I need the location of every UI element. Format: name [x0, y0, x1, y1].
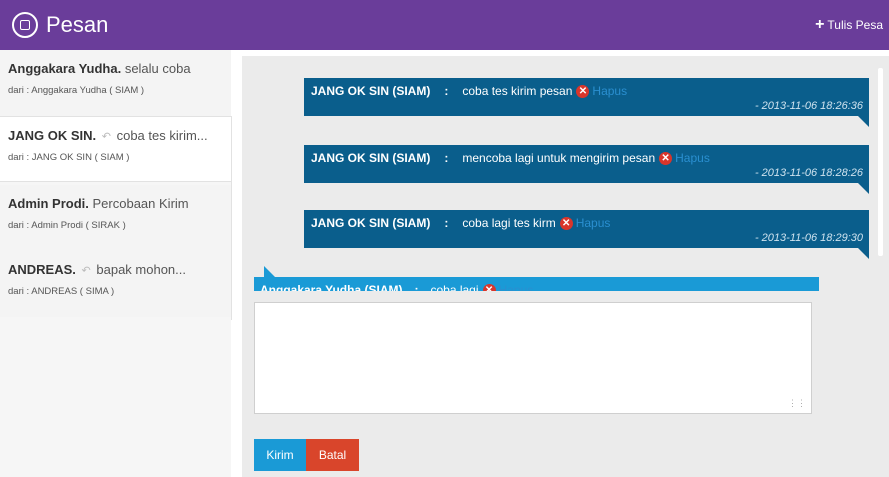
delete-icon[interactable]: ✕ [576, 84, 590, 98]
inbox-item-title: Admin Prodi. Percobaan Kirim [8, 196, 189, 211]
inbox-item-preview: bapak mohon... [96, 262, 186, 277]
delete-link[interactable]: Hapus [675, 151, 710, 165]
inbox-item-preview: coba tes kirim... [116, 128, 208, 143]
inbox-item-from: dari : Admin Prodi ( SIRAK ) [8, 220, 126, 231]
message-time: - 2013-11-06 18:26:36 [754, 100, 863, 112]
inbox-item-from: dari : ANDREAS ( SIMA ) [8, 286, 115, 297]
page-title: Pesan [46, 12, 109, 37]
message-separator: : [444, 84, 449, 98]
conversation-panel: JANG OK SIN (SIAM) : coba tes kirim pesa… [242, 56, 889, 477]
outgoing-message: JANG OK SIN (SIAM) : coba tes kirim pesa… [304, 78, 869, 127]
inbox-item-title: ANDREAS. ↶ bapak mohon... [8, 262, 186, 277]
inbox-item-from: dari : Anggakara Yudha ( SIAM ) [8, 85, 145, 96]
message-text: coba tes kirim pesan [462, 84, 573, 98]
message-separator: : [444, 151, 449, 165]
delete-link[interactable]: Hapus [592, 84, 627, 98]
inbox-item-sender: Anggakara Yudha. [8, 61, 122, 76]
reply-textarea[interactable] [255, 303, 811, 413]
compose-message-button[interactable]: + Tulis Pesa [815, 17, 883, 33]
message-time: - 2013-11-06 18:28:26 [754, 167, 863, 179]
inbox-item-preview: selalu coba [124, 61, 191, 76]
delete-link[interactable]: Hapus [499, 283, 534, 291]
message-sender: Anggakara Yudha (SIAM) [260, 283, 403, 291]
message-sender: JANG OK SIN (SIAM) [311, 151, 431, 165]
reply-input-wrapper: ⋮⋮ [254, 302, 812, 414]
reply-arrow-icon: ↶ [101, 131, 111, 143]
message-sender: JANG OK SIN (SIAM) [311, 216, 431, 230]
message-separator: : [444, 216, 449, 230]
inbox-list: Anggakara Yudha. selalu coba dari : Angg… [0, 50, 231, 477]
inbox-item-title: Anggakara Yudha. selalu coba [8, 61, 191, 76]
inbox-item[interactable]: ANDREAS. ↶ bapak mohon... dari : ANDREAS… [0, 251, 231, 317]
thread-scrollbar[interactable] [878, 68, 883, 256]
incoming-message: Anggakara Yudha (SIAM) : coba lagi ✕ Hap… [254, 266, 819, 291]
inbox-item-preview: Percobaan Kirim [92, 196, 189, 211]
delete-icon[interactable]: ✕ [559, 216, 573, 230]
app-header: Pesan + Tulis Pesa [0, 0, 889, 50]
inbox-item-sender: ANDREAS. [8, 262, 76, 277]
delete-icon[interactable]: ✕ [482, 283, 496, 291]
inbox-item[interactable]: Admin Prodi. Percobaan Kirim dari : Admi… [0, 185, 231, 251]
cancel-button[interactable]: Batal [306, 439, 359, 471]
send-button[interactable]: Kirim [254, 439, 306, 471]
message-separator: : [414, 283, 419, 291]
message-text: coba lagi tes kirm [462, 216, 556, 230]
message-time: - 2013-11-06 18:29:30 [754, 232, 863, 244]
message-thread[interactable]: JANG OK SIN (SIAM) : coba tes kirim pesa… [242, 56, 872, 291]
outgoing-message: JANG OK SIN (SIAM) : mencoba lagi untuk … [304, 145, 869, 194]
inbox-item-title: JANG OK SIN. ↶ coba tes kirim... [8, 128, 208, 143]
message-sender: JANG OK SIN (SIAM) [311, 84, 431, 98]
message-box-icon [12, 12, 38, 38]
message-text: coba lagi [430, 283, 479, 291]
delete-icon[interactable]: ✕ [659, 151, 673, 165]
message-text: mencoba lagi untuk mengirim pesan [462, 151, 656, 165]
inbox-item-active[interactable]: JANG OK SIN. ↶ coba tes kirim... dari : … [0, 116, 231, 182]
reply-arrow-icon: ↶ [81, 265, 91, 277]
plus-icon: + [815, 16, 825, 33]
compose-label: Tulis Pesa [827, 18, 883, 32]
outgoing-message: JANG OK SIN (SIAM) : coba lagi tes kirm … [304, 210, 869, 259]
inbox-divider [231, 116, 232, 320]
inbox-item-sender: Admin Prodi. [8, 196, 89, 211]
resize-grip-icon[interactable]: ⋮⋮ [788, 399, 806, 408]
inbox-item-from: dari : JANG OK SIN ( SIAM ) [8, 152, 130, 163]
delete-link[interactable]: Hapus [576, 216, 611, 230]
inbox-item[interactable]: Anggakara Yudha. selalu coba dari : Angg… [0, 50, 231, 116]
inbox-item-sender: JANG OK SIN. [8, 128, 97, 143]
